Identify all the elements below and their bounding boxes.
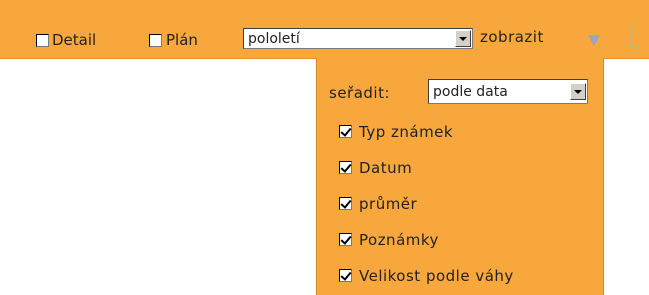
sort-select[interactable]: podle data (428, 79, 588, 104)
chevron-down-icon[interactable] (455, 30, 471, 47)
sort-select-value: podle data (433, 84, 508, 100)
period-select-value: pololetí (248, 31, 300, 47)
period-select[interactable]: pololetí (243, 28, 473, 49)
option-label: Velikost podle váhy (359, 267, 514, 285)
option-checkbox[interactable] (339, 197, 352, 210)
info-icon[interactable] (626, 25, 640, 51)
sort-label: seřadit: (329, 84, 391, 102)
option-label: Typ známek (359, 123, 454, 141)
option-label: Datum (359, 159, 413, 177)
option-label: Poznámky (359, 231, 439, 249)
option-label: průměr (359, 195, 418, 213)
option-checkbox[interactable] (339, 233, 352, 246)
options-panel: seřadit: podle data Typ známek Datum prů… (316, 58, 604, 295)
chevron-down-icon[interactable] (570, 83, 586, 100)
detail-checkbox[interactable] (36, 34, 49, 47)
plan-checkbox[interactable] (149, 34, 162, 47)
option-checkbox[interactable] (339, 125, 352, 138)
triangle-down-icon[interactable] (588, 35, 600, 46)
option-checkbox[interactable] (339, 161, 352, 174)
detail-label[interactable]: Detail (52, 31, 96, 49)
option-checkbox[interactable] (339, 269, 352, 282)
show-options-link[interactable]: zobrazit (480, 28, 544, 46)
plan-label[interactable]: Plán (166, 31, 198, 49)
toolbar: Detail Plán pololetí zobrazit (0, 0, 649, 59)
